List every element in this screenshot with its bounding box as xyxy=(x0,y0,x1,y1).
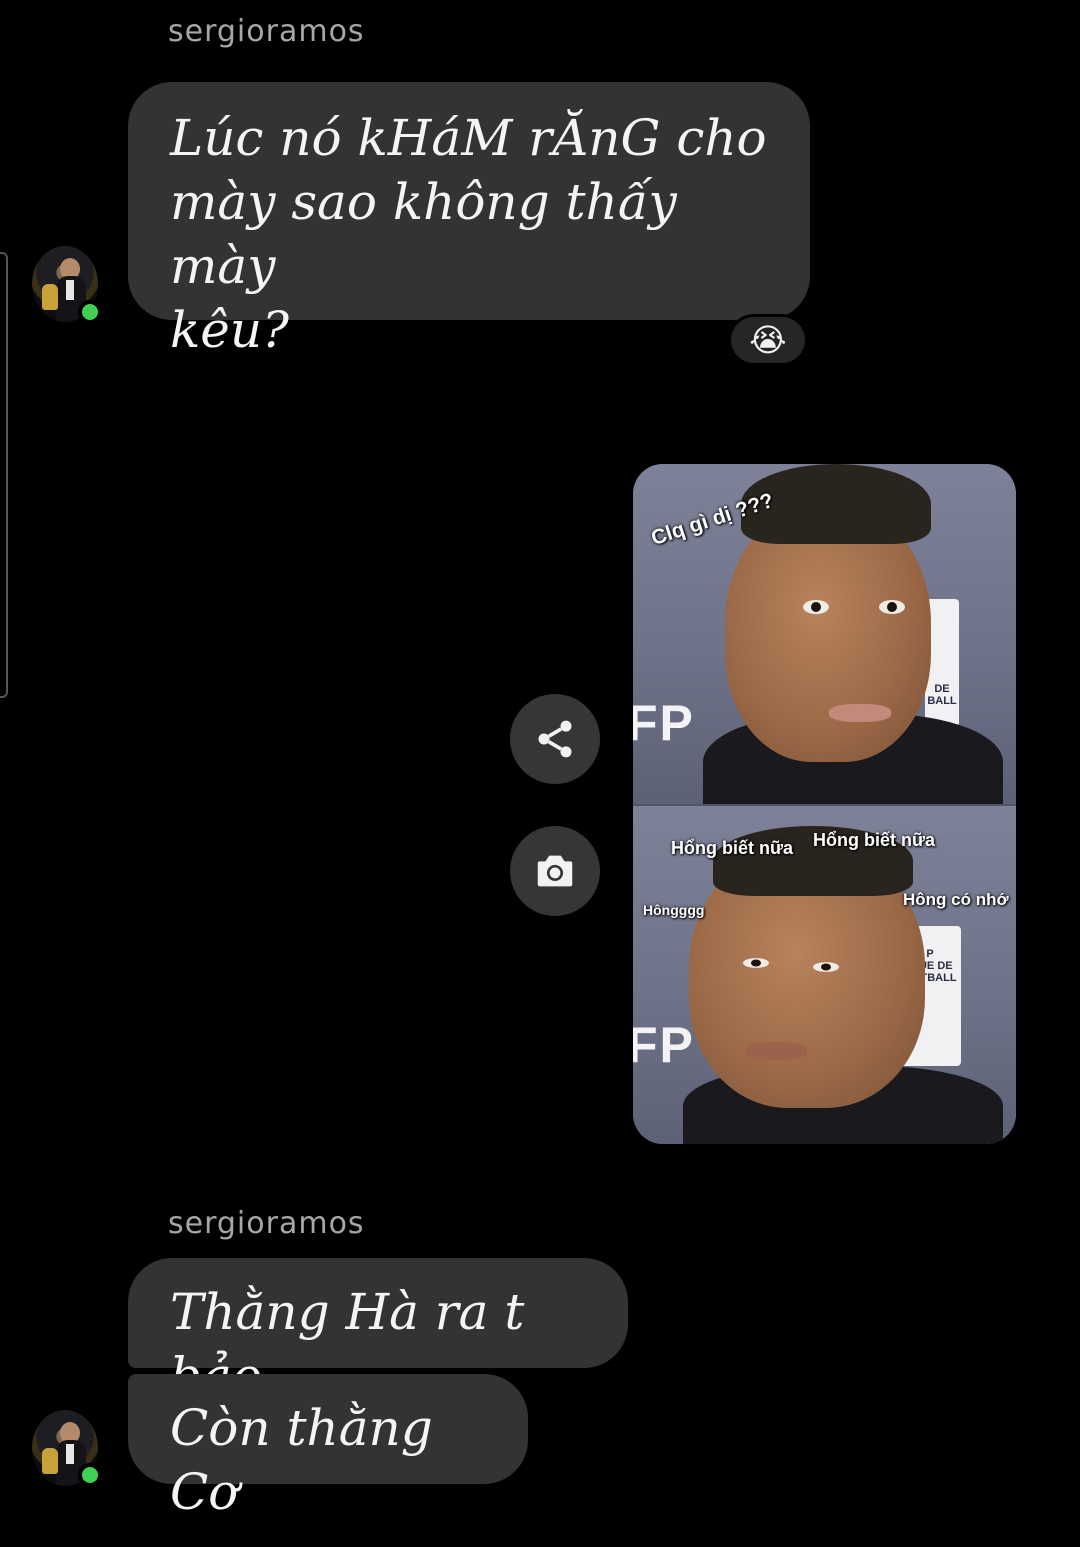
shared-image[interactable]: FP DE BALL Clq gì dị ??? FP P IGUE DE OO… xyxy=(633,464,1016,1144)
backdrop-logo: FP xyxy=(633,695,695,751)
meme-panel-top: FP DE BALL Clq gì dị ??? xyxy=(633,464,1016,804)
meme-caption: Hông có nhớ xyxy=(903,890,1009,909)
sender-name: sergioramos xyxy=(168,14,365,49)
online-status-dot xyxy=(78,300,102,324)
meme-caption: Hổng biết nữa xyxy=(671,838,794,858)
trophy-icon xyxy=(42,1448,58,1474)
message-bubble[interactable]: Thằng Hà ra t bảo xyxy=(128,1258,628,1405)
crying-emoji-icon: 😭 xyxy=(749,321,787,359)
meme-caption: Hổng biết nữa xyxy=(813,830,936,850)
reaction-badge[interactable]: 😭 xyxy=(728,314,808,366)
message-bubble[interactable]: Lúc nó kHáM rĂnG cho mày sao không thấy … xyxy=(128,82,810,359)
message-bubble[interactable]: Còn thằng Cơ xyxy=(128,1374,528,1521)
online-status-dot xyxy=(78,1463,102,1487)
scroll-indicator[interactable] xyxy=(0,252,8,698)
meme-caption: Hôngggg xyxy=(643,902,705,918)
camera-button[interactable] xyxy=(510,826,600,916)
camera-icon xyxy=(537,855,573,887)
trophy-icon xyxy=(42,284,58,310)
backdrop-logo: FP xyxy=(633,1017,695,1073)
meme-panel-bottom: FP P IGUE DE OOTBALL Hổng biết nữa Hổng … xyxy=(633,804,1016,1144)
sender-name: sergioramos xyxy=(168,1206,365,1241)
share-icon xyxy=(538,720,572,758)
share-button[interactable] xyxy=(510,694,600,784)
chat-thread[interactable]: sergioramos Lúc nó kHáM rĂnG cho mày sao… xyxy=(0,0,1080,1547)
